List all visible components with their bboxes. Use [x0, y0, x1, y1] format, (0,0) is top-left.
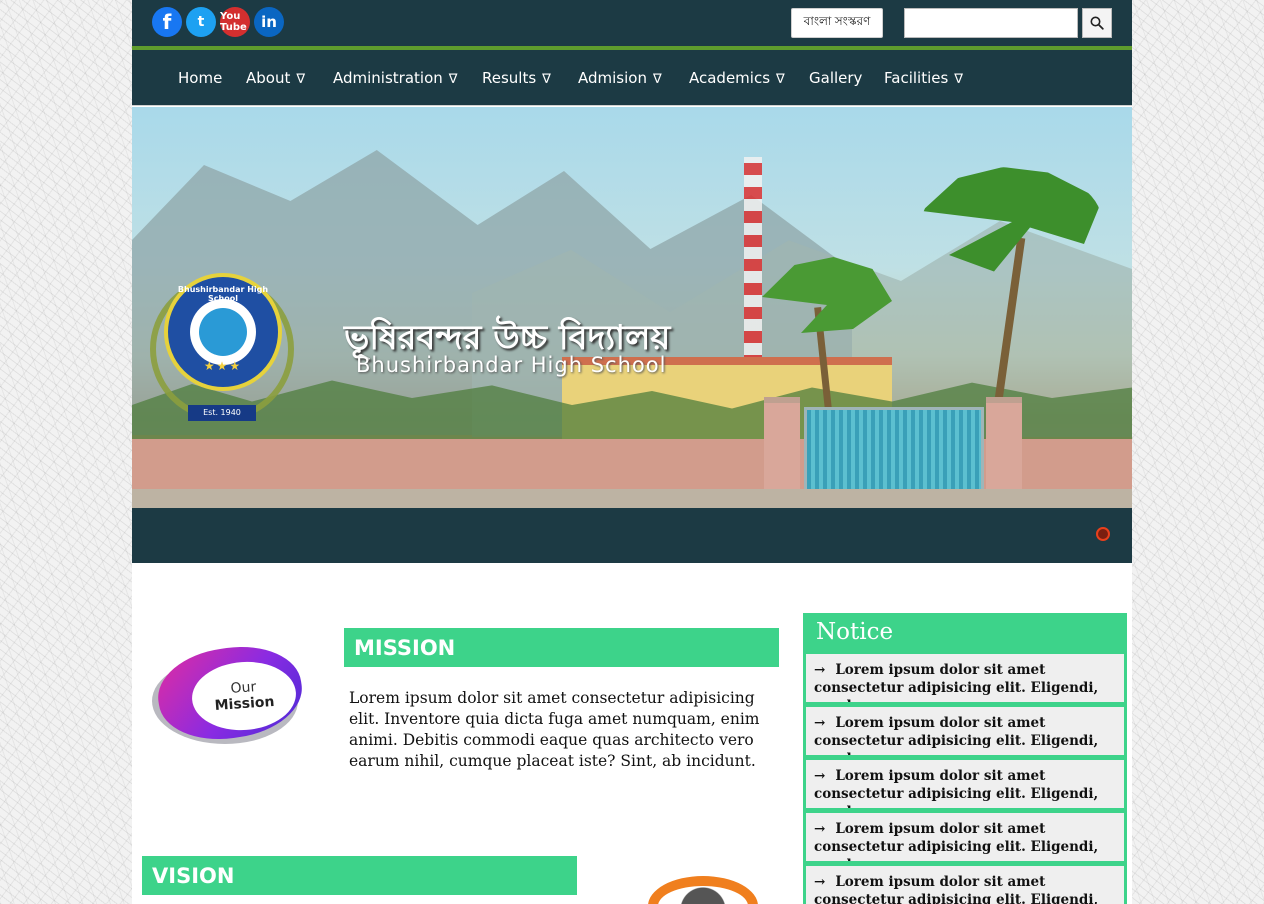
arrow-right-icon: →	[814, 821, 826, 837]
linkedin-icon[interactable]: in	[254, 7, 284, 37]
chevron-down-icon: ∇	[296, 72, 306, 87]
banner-gate-pillar	[764, 397, 800, 499]
notice-text: Lorem ipsum dolor sit amet consectetur a…	[814, 768, 1099, 808]
youtube-icon[interactable]: You Tube	[220, 7, 250, 37]
banner-road	[132, 489, 1132, 508]
page-wrapper: f t You Tube in বাংলা সংস্করণ Home About…	[132, 0, 1132, 904]
our-mission-image: Our Mission	[152, 638, 308, 748]
arrow-right-icon: →	[814, 662, 826, 678]
facebook-icon[interactable]: f	[152, 7, 182, 37]
chevron-down-icon: ∇	[954, 72, 963, 87]
bangla-version-button[interactable]: বাংলা সংস্করণ	[791, 8, 883, 38]
mission-heading: MISSION	[344, 628, 779, 667]
nav-item-label: Facilities	[884, 69, 949, 87]
slider-dot[interactable]	[1096, 527, 1110, 541]
notice-text: Lorem ipsum dolor sit amet consectetur a…	[814, 662, 1099, 702]
vision-image	[648, 876, 758, 904]
hero-banner: Bhushirbandar High School ★★★ Est. 1940 …	[132, 107, 1132, 508]
notice-item[interactable]: → Lorem ipsum dolor sit amet consectetur …	[806, 707, 1124, 755]
nav-item-label: Gallery	[809, 69, 863, 87]
nav-item-label: Administration	[333, 69, 443, 87]
banner-tower	[744, 157, 762, 367]
notice-text: Lorem ipsum dolor sit amet consectetur a…	[814, 715, 1099, 755]
main-nav: Home About ∇ Administration ∇ Results ∇ Adm…	[132, 50, 1132, 106]
logo-ring: Bhushirbandar High School ★★★	[164, 273, 282, 391]
search-button[interactable]	[1082, 8, 1112, 38]
nav-item-home[interactable]: Home	[178, 50, 222, 106]
twitter-icon[interactable]: t	[186, 7, 216, 37]
school-logo: Bhushirbandar High School ★★★ Est. 1940	[150, 267, 294, 427]
arrow-right-icon: →	[814, 874, 826, 890]
nav-item-label: Home	[178, 69, 223, 87]
mission-text: Lorem ipsum dolor sit amet consectetur a…	[349, 689, 760, 770]
nav-item-administration[interactable]: Administration ∇	[333, 50, 457, 106]
notice-item[interactable]: → Lorem ipsum dolor sit amet consectetur …	[806, 654, 1124, 702]
mission-badge-line2: Mission	[214, 693, 275, 715]
top-bar: f t You Tube in বাংলা সংস্করণ	[132, 0, 1132, 50]
vision-heading: VISION	[142, 856, 577, 895]
mission-badge-line1: Our	[230, 679, 257, 697]
notice-text: Lorem ipsum dolor sit amet consectetur a…	[814, 874, 1099, 904]
search-icon	[1090, 16, 1104, 30]
slider-control-bar	[132, 508, 1132, 563]
school-name-english: Bhushirbandar High School	[356, 353, 667, 377]
notice-item[interactable]: → Lorem ipsum dolor sit amet consectetur …	[806, 813, 1124, 861]
nav-item-label: Results	[482, 69, 537, 87]
nav-item-label: Admision	[578, 69, 647, 87]
nav-item-academics[interactable]: Academics ∇	[689, 50, 785, 106]
nav-item-admision[interactable]: Admision ∇	[578, 50, 662, 106]
logo-emblem-core	[199, 308, 247, 356]
nav-item-about[interactable]: About ∇	[246, 50, 305, 106]
vision-heading-text: VISION	[152, 864, 235, 888]
chevron-down-icon: ∇	[542, 72, 551, 87]
chevron-down-icon: ∇	[652, 72, 662, 87]
logo-established: Est. 1940	[188, 405, 256, 421]
nav-item-label: About	[246, 69, 291, 87]
banner-gate	[804, 407, 984, 493]
notice-item[interactable]: → Lorem ipsum dolor sit amet consectetur …	[806, 760, 1124, 808]
notice-item[interactable]: → Lorem ipsum dolor sit amet consectetur …	[806, 866, 1124, 904]
mission-heading-text: MISSION	[354, 636, 456, 660]
notice-title: Notice	[816, 619, 894, 645]
nav-item-label: Academics	[689, 69, 771, 87]
arrow-right-icon: →	[814, 715, 826, 731]
notice-text: Lorem ipsum dolor sit amet consectetur a…	[814, 821, 1099, 861]
nav-item-results[interactable]: Results ∇	[482, 50, 551, 106]
search-input[interactable]	[904, 8, 1078, 38]
chevron-down-icon: ∇	[448, 72, 458, 87]
nav-item-facilities[interactable]: Facilities ∇	[884, 50, 963, 106]
star-icon: ★★★	[203, 359, 243, 373]
nav-item-gallery[interactable]: Gallery	[809, 50, 862, 106]
logo-emblem	[190, 299, 256, 365]
arrow-right-icon: →	[814, 768, 826, 784]
chevron-down-icon: ∇	[776, 72, 785, 87]
banner-gate-pillar	[986, 397, 1022, 499]
notice-board: Notice → Lorem ipsum dolor sit amet conse…	[803, 613, 1127, 904]
